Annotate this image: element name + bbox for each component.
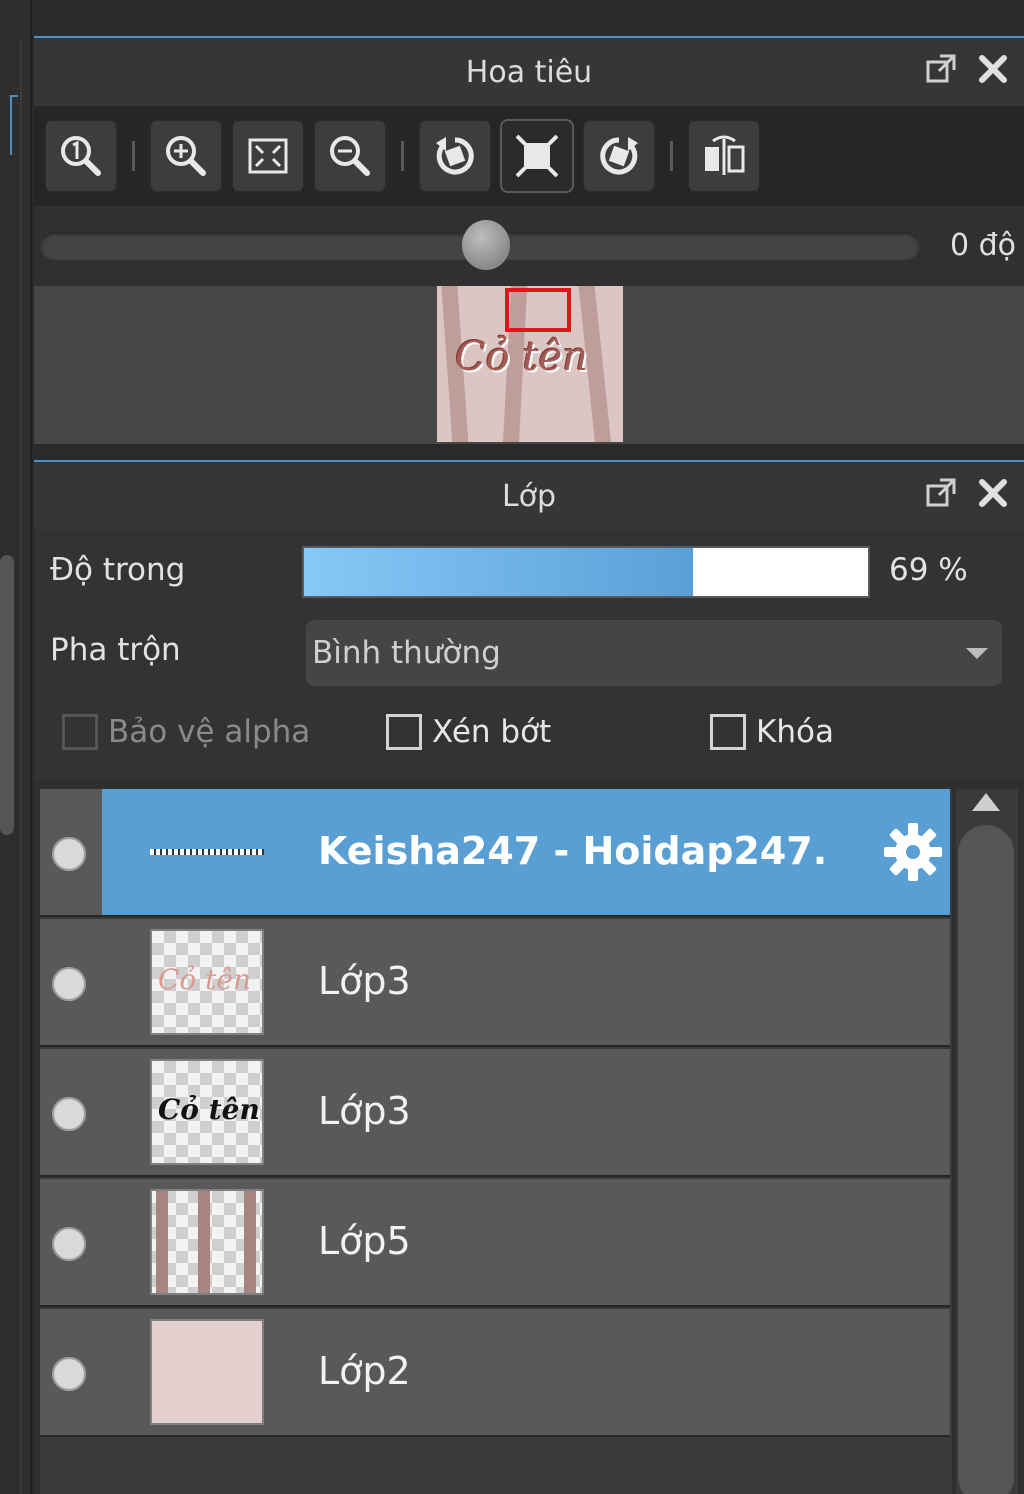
flip-horizontal-button[interactable] xyxy=(687,119,761,193)
fit-window-icon xyxy=(248,138,288,174)
toolbar-separator xyxy=(670,141,673,171)
layer-thumbnail: Cỏ tên xyxy=(150,929,264,1035)
scroll-up-arrow-icon[interactable] xyxy=(972,793,1000,811)
lock-box[interactable] xyxy=(710,714,746,750)
blend-mode-select[interactable]: Bình thường xyxy=(306,620,1002,686)
rotation-value: 0 độ xyxy=(949,228,1016,263)
rotation-slider[interactable] xyxy=(40,220,920,270)
zoom-in-icon xyxy=(166,136,206,176)
clipping-label: Xén bớt xyxy=(432,714,552,750)
blend-row: Pha trộn Bình thường xyxy=(34,610,1024,690)
lock-label: Khóa xyxy=(756,714,834,750)
reset-rotation-icon xyxy=(515,134,559,178)
rotate-right-button[interactable] xyxy=(582,119,656,193)
layer-thumbnail xyxy=(150,1189,264,1295)
layer-name: Lớp2 xyxy=(318,1349,411,1393)
layer-row[interactable]: Lớp5 xyxy=(40,1179,950,1307)
close-icon[interactable] xyxy=(976,476,1010,510)
flip-horizontal-icon xyxy=(705,135,745,175)
top-bar xyxy=(0,0,1024,34)
rotation-slider-thumb[interactable] xyxy=(462,220,510,270)
left-panel-marker xyxy=(10,95,18,155)
lock-checkbox[interactable]: Khóa xyxy=(710,714,834,750)
zoom-actual-size-button[interactable] xyxy=(44,119,118,193)
rotate-right-icon xyxy=(600,137,638,175)
layer-row[interactable]: Cỏ tên Lớp3 xyxy=(40,919,950,1047)
thumbnail-text: Cỏ tên xyxy=(158,1093,260,1126)
opacity-row: Độ trong 69 % xyxy=(34,530,1024,610)
opacity-value: 69 % xyxy=(889,552,968,588)
blend-mode-value: Bình thường xyxy=(312,635,501,671)
rotate-left-icon xyxy=(436,137,474,175)
visibility-toggle[interactable] xyxy=(52,837,86,871)
viewport-indicator[interactable] xyxy=(505,288,571,332)
navigator-preview-area[interactable]: Cỏ tên xyxy=(34,286,1024,444)
reset-rotation-button[interactable] xyxy=(500,119,574,193)
layer-thumbnail xyxy=(150,799,264,905)
zoom-in-button[interactable] xyxy=(149,119,223,193)
close-icon[interactable] xyxy=(976,52,1010,86)
protect-alpha-label: Bảo vệ alpha xyxy=(108,714,311,750)
fit-to-window-button[interactable] xyxy=(231,119,305,193)
chevron-down-icon xyxy=(966,648,988,659)
layer-row[interactable]: Cỏ tên Lớp3 xyxy=(40,1049,950,1177)
opacity-slider[interactable] xyxy=(302,546,870,598)
layer-list-scrollbar[interactable] xyxy=(956,789,1018,1494)
layer-name: Lớp3 xyxy=(318,959,411,1003)
toolbar-separator xyxy=(132,141,135,171)
layer-thumbnail: Cỏ tên xyxy=(150,1059,264,1165)
visibility-toggle[interactable] xyxy=(52,1357,86,1391)
navigator-toolbar xyxy=(34,106,1024,206)
layers-header: Lớp xyxy=(34,462,1024,530)
undock-icon[interactable] xyxy=(924,52,958,86)
opacity-label: Độ trong xyxy=(50,552,186,588)
thumbnail-text: Cỏ tên xyxy=(158,963,252,996)
zoom-actual-icon xyxy=(61,136,101,176)
rotation-row: 0 độ xyxy=(34,206,1024,286)
rotate-left-button[interactable] xyxy=(418,119,492,193)
gear-icon[interactable] xyxy=(882,821,944,883)
protect-alpha-box[interactable] xyxy=(62,714,98,750)
navigator-preview-image[interactable]: Cỏ tên xyxy=(437,286,623,442)
layer-list: Keisha247 - Hoidap247. Cỏ tên Lớp3 Cỏ tê… xyxy=(40,789,952,1494)
toolbar-separator xyxy=(401,141,404,171)
visibility-toggle[interactable] xyxy=(52,1097,86,1131)
visibility-toggle[interactable] xyxy=(52,1227,86,1261)
left-panel-edge xyxy=(0,0,32,1494)
scrollbar-thumb[interactable] xyxy=(958,825,1014,1494)
layer-row[interactable]: Lớp2 xyxy=(40,1309,950,1437)
clipping-checkbox[interactable]: Xén bớt xyxy=(386,714,551,750)
layers-panel: Lớp Độ trong 69 % Pha trộn Bình thường B… xyxy=(34,460,1024,1494)
layer-name: Keisha247 - Hoidap247. xyxy=(318,829,828,873)
clipping-box[interactable] xyxy=(386,714,422,750)
layers-title: Lớp xyxy=(501,478,557,514)
navigator-title: Hoa tiêu xyxy=(465,54,593,90)
navigator-header: Hoa tiêu xyxy=(34,38,1024,106)
layer-row[interactable]: Keisha247 - Hoidap247. xyxy=(40,789,950,917)
opacity-fill xyxy=(304,548,694,596)
layer-thumbnail xyxy=(150,1319,264,1425)
navigator-panel: Hoa tiêu 0 độ Cỏ tên xyxy=(34,36,1024,444)
layer-name: Lớp3 xyxy=(318,1089,411,1133)
protect-alpha-checkbox[interactable]: Bảo vệ alpha xyxy=(62,714,310,750)
blend-label: Pha trộn xyxy=(50,632,181,668)
zoom-out-icon xyxy=(330,136,370,176)
undock-icon[interactable] xyxy=(924,476,958,510)
visibility-toggle[interactable] xyxy=(52,967,86,1001)
layer-options-row: Bảo vệ alpha Xén bớt Khóa xyxy=(34,690,1024,780)
layer-name: Lớp5 xyxy=(318,1219,411,1263)
zoom-out-button[interactable] xyxy=(313,119,387,193)
preview-text: Cỏ tên xyxy=(455,334,588,380)
left-scrollbar[interactable] xyxy=(0,555,14,835)
